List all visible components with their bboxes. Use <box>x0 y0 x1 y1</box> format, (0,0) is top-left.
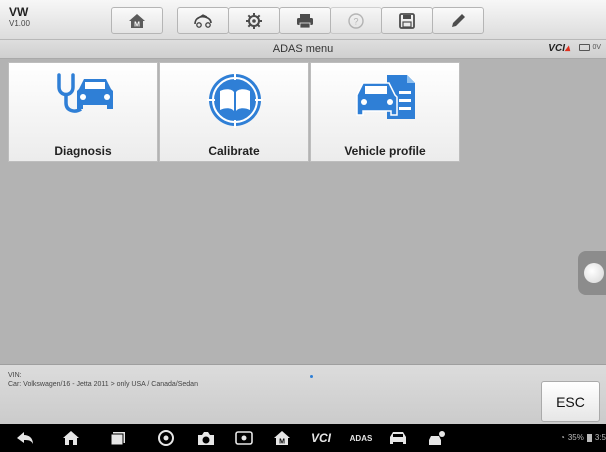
diagnosis-tile[interactable]: Diagnosis <box>8 62 158 162</box>
wifi-icon: ◔ <box>560 433 565 442</box>
car-info-text: Car: Volkswagen/16 - Jetta 2011 > only U… <box>8 381 198 388</box>
help-icon: ? <box>348 12 364 29</box>
calibrate-tile[interactable]: Calibrate <box>159 62 309 162</box>
tile-label: Diagnosis <box>54 144 112 158</box>
svg-text:M: M <box>279 439 285 446</box>
home-button[interactable]: M <box>111 7 163 34</box>
help-button[interactable]: ? <box>330 7 382 34</box>
remote-shortcut[interactable] <box>427 428 449 448</box>
battery-icon <box>586 433 592 442</box>
esc-button[interactable]: ESC <box>541 381 600 422</box>
pen-icon <box>452 13 465 27</box>
system-navigation-bar: M VCI ADAS ◔ 35% 3:5 <box>0 424 606 452</box>
car-icon <box>390 432 406 444</box>
floating-button-knob <box>584 263 604 283</box>
status-area: ◔ 35% 3:5 <box>560 433 606 442</box>
adas-shortcut[interactable]: ADAS <box>346 428 376 448</box>
print-button[interactable] <box>279 7 331 34</box>
car-swap-icon <box>194 13 212 28</box>
home-icon <box>63 431 79 445</box>
back-icon <box>17 432 33 444</box>
tile-label: Vehicle profile <box>344 144 426 158</box>
settings-button[interactable] <box>228 7 280 34</box>
calibrate-book-icon <box>207 72 263 128</box>
title-bar: ADAS menu VCI▴ 0V <box>0 40 606 59</box>
floating-assistant-button[interactable] <box>578 251 606 295</box>
adas-menu-content: Diagnosis Calibrate Vehicle profile <box>0 59 606 364</box>
vehicle-profile-icon <box>356 75 415 119</box>
battery-voltage-indicator: 0V <box>579 44 601 51</box>
browser-shortcut[interactable] <box>155 428 177 448</box>
vci-shortcut[interactable]: VCI <box>306 428 336 448</box>
gear-icon <box>246 12 262 29</box>
vehicle-brand: VW V1.00 <box>9 6 30 29</box>
browser-icon <box>158 430 174 446</box>
page-title: ADAS menu <box>272 43 334 55</box>
tile-label: Calibrate <box>208 144 260 158</box>
battery-voltage: 0V <box>592 44 601 51</box>
car-shortcut[interactable] <box>387 428 409 448</box>
vehicle-swap-button[interactable] <box>177 7 229 34</box>
vehicle-info-footer: VIN: Car: Volkswagen/16 - Jetta 2011 > o… <box>0 364 606 424</box>
recent-apps-button[interactable] <box>107 428 129 448</box>
camera-icon <box>198 431 214 445</box>
maxisys-home-icon: M <box>274 431 290 446</box>
save-icon <box>399 12 415 29</box>
software-version: V1.00 <box>9 19 30 28</box>
vci-status-indicator: VCI▴ <box>548 43 570 54</box>
vin-label: VIN: <box>8 372 22 379</box>
battery-percent: 35% <box>567 433 584 442</box>
camera-shortcut[interactable] <box>195 428 217 448</box>
maxisys-home-shortcut[interactable]: M <box>271 428 293 448</box>
top-toolbar: VW V1.00 M ? <box>0 0 606 40</box>
svg-text:?: ? <box>353 16 358 26</box>
vci-icon: VCI <box>310 431 331 445</box>
screen-record-icon <box>235 431 253 445</box>
clock: 3:5 <box>594 433 606 442</box>
brand-name: VW <box>9 5 29 19</box>
data-logging-button[interactable] <box>432 7 484 34</box>
remote-icon <box>429 431 445 445</box>
page-indicator-dot <box>310 375 313 378</box>
back-button[interactable] <box>14 428 36 448</box>
printer-icon <box>297 13 313 28</box>
recent-apps-icon <box>110 432 125 445</box>
screen-record-shortcut[interactable] <box>233 428 255 448</box>
home-nav-button[interactable] <box>60 428 82 448</box>
stethoscope-car-icon <box>57 73 113 113</box>
adas-icon: ADAS <box>349 433 373 443</box>
save-button[interactable] <box>381 7 433 34</box>
home-icon: M <box>129 13 145 28</box>
battery-icon <box>579 44 591 51</box>
vci-label: VCI <box>548 43 565 54</box>
vehicle-profile-tile[interactable]: Vehicle profile <box>310 62 460 162</box>
svg-text:M: M <box>134 21 140 28</box>
